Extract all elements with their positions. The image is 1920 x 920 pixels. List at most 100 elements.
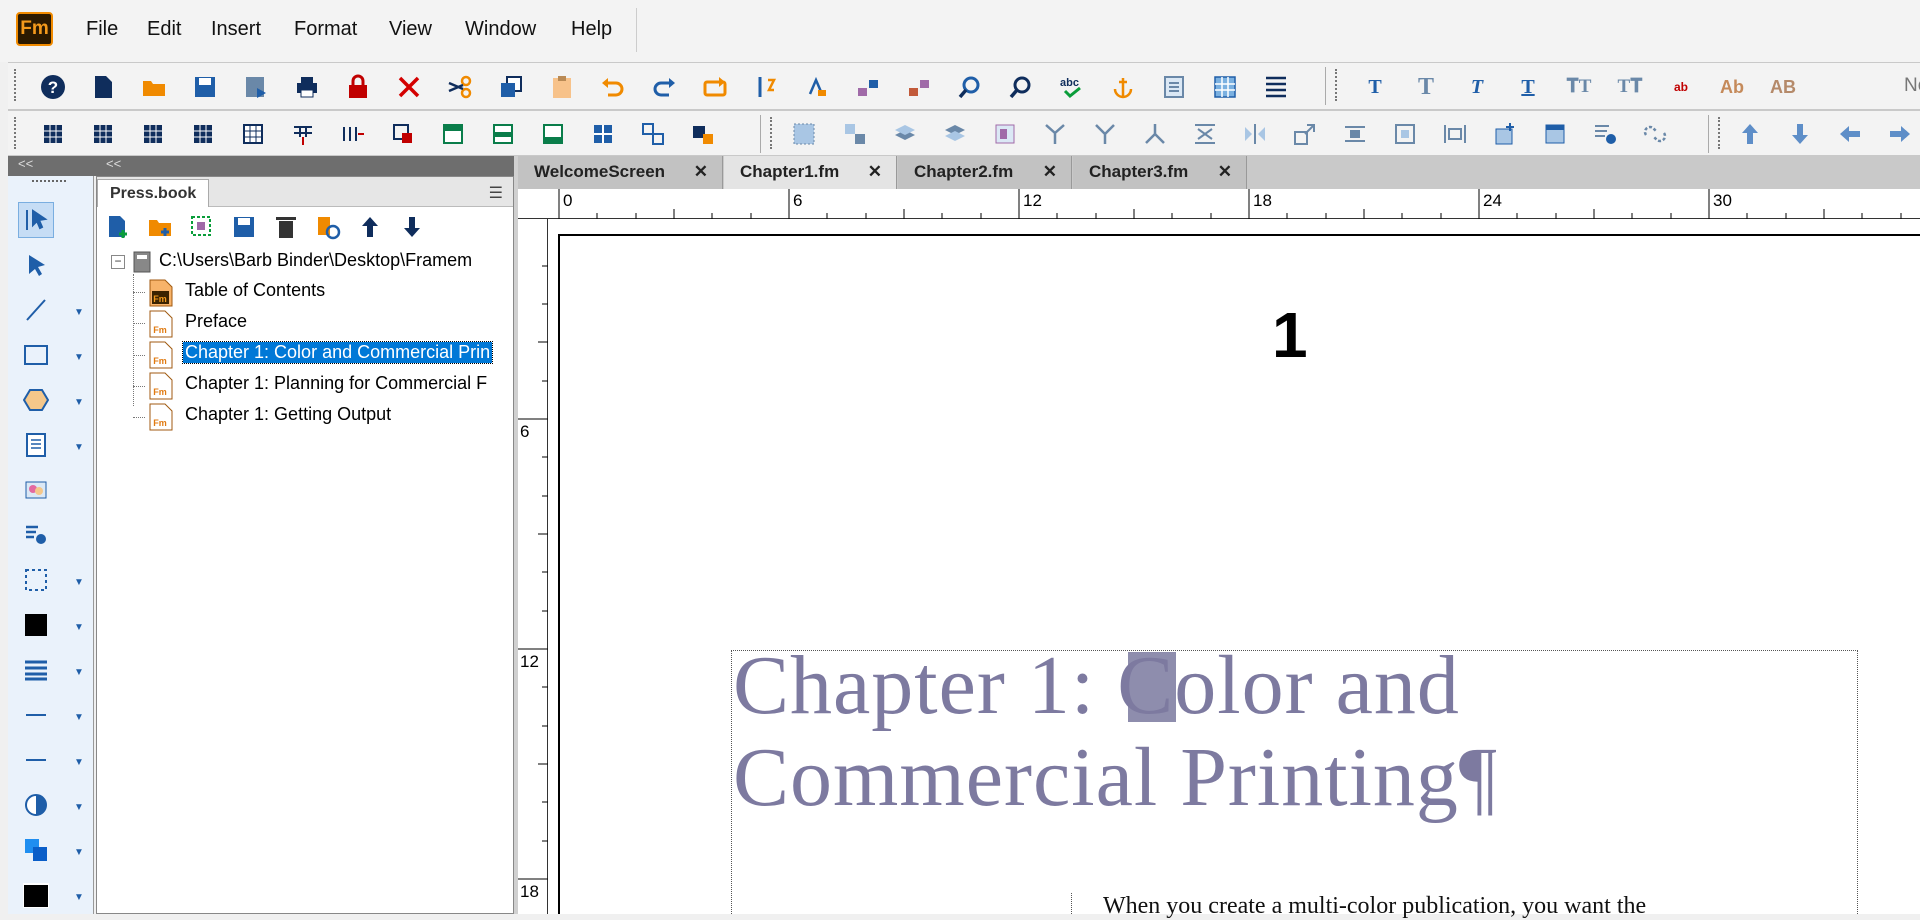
paste-icon[interactable] xyxy=(547,72,577,102)
chapter-title[interactable]: Chapter 1: Color and Commercial Printing… xyxy=(733,640,1883,824)
line-width-menu-icon[interactable]: ▼ xyxy=(74,667,88,678)
anchor-icon[interactable] xyxy=(1108,72,1138,102)
horizontal-ruler[interactable]: 0 6 12 18 24 30 xyxy=(518,189,1920,219)
undo-icon[interactable] xyxy=(598,72,628,102)
menu-insert[interactable]: Insert xyxy=(211,18,261,41)
tab-chapter3[interactable]: Chapter3.fm ✕ xyxy=(1073,156,1247,189)
book-file-row[interactable]: Fm Preface xyxy=(149,310,513,338)
small-caps-icon[interactable]: Ab xyxy=(1717,72,1747,102)
group-icon[interactable] xyxy=(789,119,819,149)
text-frame-tool-icon[interactable] xyxy=(18,427,54,463)
table-select-icon[interactable] xyxy=(588,119,618,149)
image-tool-icon[interactable] xyxy=(18,472,54,508)
toolbar-grip[interactable] xyxy=(14,69,17,101)
all-caps-icon[interactable]: AB xyxy=(1768,72,1798,102)
space-icon[interactable] xyxy=(1440,119,1470,149)
rectangle-tool-menu-icon[interactable]: ▼ xyxy=(74,352,88,363)
toolbar-grip[interactable] xyxy=(14,117,17,149)
add-group-icon[interactable] xyxy=(187,212,217,242)
lock-icon[interactable] xyxy=(343,72,373,102)
add-folder-icon[interactable] xyxy=(145,212,175,242)
close-icon[interactable]: ✕ xyxy=(868,162,882,182)
text-frame-icon[interactable] xyxy=(1159,72,1189,102)
distribute-icon[interactable] xyxy=(1190,119,1220,149)
smooth-icon[interactable] xyxy=(1140,119,1170,149)
runaround-icon[interactable] xyxy=(1390,119,1420,149)
move-down-icon[interactable] xyxy=(397,212,427,242)
collapse-tools-button[interactable]: << xyxy=(18,156,33,171)
text-flow-icon[interactable] xyxy=(802,72,832,102)
collapse-book-button[interactable]: << xyxy=(106,156,121,171)
table-column-right-icon[interactable] xyxy=(238,119,268,149)
flip-left-right-icon[interactable] xyxy=(1240,119,1270,149)
collapse-toggle-icon[interactable]: − xyxy=(111,255,125,269)
table-merge-icon[interactable] xyxy=(338,119,368,149)
fill-color-icon[interactable] xyxy=(18,607,54,643)
text-plain-icon[interactable]: T xyxy=(1360,72,1390,102)
flip-up-down-icon[interactable] xyxy=(1040,119,1070,149)
line-end-icon[interactable] xyxy=(18,697,54,733)
rectangle-tool-icon[interactable] xyxy=(18,337,54,373)
text-flow-3-icon[interactable] xyxy=(904,72,934,102)
text-underline-icon[interactable]: T xyxy=(1513,72,1543,102)
paragraph-format-icon[interactable] xyxy=(1261,72,1291,102)
delete-icon[interactable] xyxy=(394,72,424,102)
spellcheck-icon[interactable]: abc xyxy=(1057,72,1087,102)
table-format-icon[interactable] xyxy=(388,119,418,149)
save-icon[interactable] xyxy=(190,72,220,102)
pen-color-menu-icon[interactable]: ▼ xyxy=(74,892,88,903)
move-up-icon[interactable] xyxy=(355,212,385,242)
update-book-icon[interactable] xyxy=(313,212,343,242)
scale-icon[interactable] xyxy=(1290,119,1320,149)
open-folder-icon[interactable] xyxy=(139,72,169,102)
tint-menu-icon[interactable]: ▼ xyxy=(74,802,88,813)
cut-icon[interactable] xyxy=(445,72,475,102)
table-row-below-icon[interactable] xyxy=(138,119,168,149)
line-tool-icon[interactable] xyxy=(18,292,54,328)
vertical-ruler[interactable]: 6 12 18 xyxy=(518,219,548,914)
menu-edit[interactable]: Edit xyxy=(147,18,181,41)
polygon-tool-icon[interactable] xyxy=(18,382,54,418)
menu-help[interactable]: Help xyxy=(571,18,612,41)
pen-color-icon[interactable] xyxy=(18,877,54,913)
overprint-menu-icon[interactable]: ▼ xyxy=(74,847,88,858)
text-subscript-icon[interactable]: T𝐓 xyxy=(1615,72,1645,102)
text-flow-2-icon[interactable] xyxy=(853,72,883,102)
dash-pattern-menu-icon[interactable]: ▼ xyxy=(74,757,88,768)
text-italic-icon[interactable]: T xyxy=(1462,72,1492,102)
table-split-icon[interactable] xyxy=(288,119,318,149)
fill-color-menu-icon[interactable]: ▼ xyxy=(74,622,88,633)
toolbar-grip[interactable] xyxy=(1718,117,1721,149)
object-select-tool-icon[interactable] xyxy=(18,247,54,283)
menu-window[interactable]: Window xyxy=(465,18,536,41)
find-icon[interactable] xyxy=(955,72,985,102)
close-icon[interactable]: ✕ xyxy=(1218,162,1232,182)
zoom-icon[interactable] xyxy=(1006,72,1036,102)
unlink-icon[interactable] xyxy=(1640,119,1670,149)
reshape-icon[interactable] xyxy=(1090,119,1120,149)
text-frame-tool-menu-icon[interactable]: ▼ xyxy=(74,442,88,453)
marquee-tool-menu-icon[interactable]: ▼ xyxy=(74,577,88,588)
table-row-above-icon[interactable] xyxy=(88,119,118,149)
object-properties-icon[interactable] xyxy=(1340,119,1370,149)
print-icon[interactable] xyxy=(292,72,322,102)
hotspot-tool-icon[interactable] xyxy=(18,517,54,553)
trash-icon[interactable] xyxy=(271,212,301,242)
ungroup-icon[interactable] xyxy=(840,119,870,149)
arrow-right-icon[interactable] xyxy=(1885,119,1915,149)
book-file-row[interactable]: Fm Table of Contents xyxy=(149,279,513,307)
line-tool-menu-icon[interactable]: ▼ xyxy=(74,307,88,318)
line-width-icon[interactable] xyxy=(18,652,54,688)
redo-icon[interactable] xyxy=(649,72,679,102)
save-as-icon[interactable] xyxy=(241,72,271,102)
app-logo[interactable]: Fm xyxy=(16,12,53,46)
bring-to-front-icon[interactable] xyxy=(890,119,920,149)
repeat-icon[interactable] xyxy=(700,72,730,102)
close-icon[interactable]: ✕ xyxy=(694,162,708,182)
palette-grip[interactable] xyxy=(32,180,66,186)
text-superscript-icon[interactable]: 𝐓T xyxy=(1564,72,1594,102)
help-icon[interactable]: ? xyxy=(38,72,68,102)
add-file-icon[interactable] xyxy=(103,212,133,242)
copy-icon[interactable] xyxy=(496,72,526,102)
line-end-menu-icon[interactable]: ▼ xyxy=(74,712,88,723)
